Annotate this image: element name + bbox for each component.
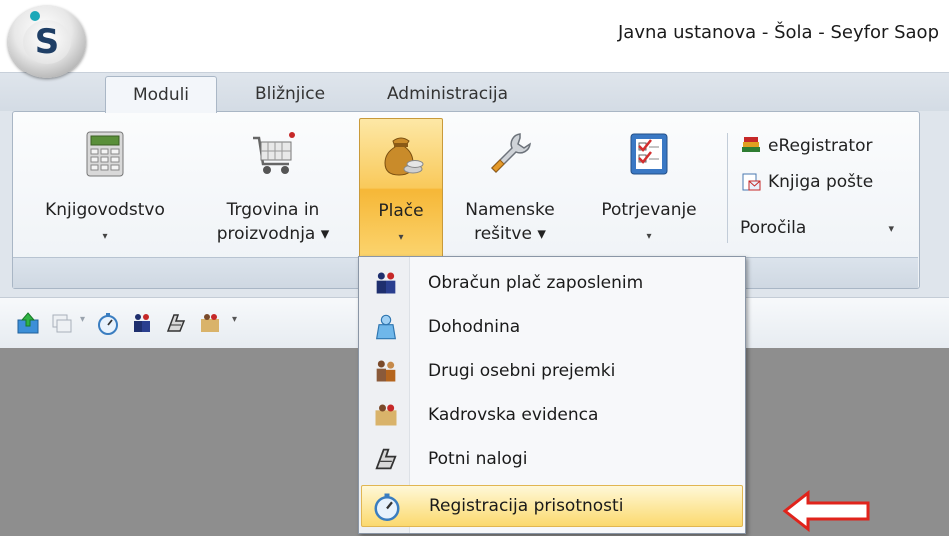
staff-records-icon[interactable] xyxy=(198,311,222,335)
knjiga-poste-label: Knjiga pošte xyxy=(768,172,874,192)
menu-item-dohodnina[interactable]: Dohodnina xyxy=(361,305,743,349)
namenske-resitve-button[interactable]: Namenske rešitve ▾ xyxy=(450,118,570,256)
porocila-label: Poročila xyxy=(740,218,807,238)
tab-administracija[interactable]: Administracija xyxy=(375,76,520,112)
namenske-label-2: rešitve ▾ xyxy=(474,224,546,244)
menu-item-label: Potni nalogi xyxy=(428,449,528,469)
mail-book-icon xyxy=(742,173,761,191)
place-button[interactable]: Plače ▾ xyxy=(359,118,443,258)
place-label: Plače xyxy=(378,201,424,221)
window-title: Javna ustanova - Šola - Seyfor Saop xyxy=(618,22,939,43)
menu-item-label: Kadrovska evidenca xyxy=(428,405,599,425)
menu-item-drugi-osebni-prejemki[interactable]: Drugi osebni prejemki xyxy=(361,349,743,393)
place-dropdown-menu: Obračun plač zaposlenim Dohodnina Drugi … xyxy=(358,256,746,534)
qat-more-arrow[interactable]: ▾ xyxy=(232,314,237,325)
porocila-button[interactable]: Poročila ▾ xyxy=(740,213,900,243)
eregistrator-button[interactable]: eRegistrator xyxy=(740,131,872,161)
trgovina-label-2: proizvodnja ▾ xyxy=(216,224,330,244)
people-payroll-icon xyxy=(371,268,401,298)
ribbon-separator xyxy=(727,133,728,243)
menu-item-label: Registracija prisotnosti xyxy=(429,496,624,516)
folder-up-icon[interactable] xyxy=(16,311,40,335)
knjiga-poste-button[interactable]: Knjiga pošte xyxy=(740,167,873,197)
menu-item-label: Drugi osebni prejemki xyxy=(428,361,616,381)
namenske-label-1: Namenske xyxy=(465,200,555,220)
books-icon xyxy=(742,137,760,152)
money-bag-icon xyxy=(377,131,425,179)
potrjevanje-label: Potrjevanje xyxy=(601,200,697,220)
eregistrator-label: eRegistrator xyxy=(768,136,873,156)
travel-order-icon[interactable] xyxy=(164,311,188,335)
people-payroll-icon[interactable] xyxy=(130,311,154,335)
menu-item-registracija-prisotnosti[interactable]: Registracija prisotnosti xyxy=(361,485,743,527)
tab-bliznjice[interactable]: Bližnjice xyxy=(240,76,340,112)
stopwatch-icon xyxy=(372,491,402,521)
trgovina-label-1: Trgovina in xyxy=(226,200,320,220)
shopping-cart-icon xyxy=(249,130,297,178)
windows-dropdown-arrow[interactable]: ▾ xyxy=(80,314,85,325)
knjigovodstvo-button[interactable]: Knjigovodstvo ▾ xyxy=(29,118,181,256)
app-logo-button[interactable]: S xyxy=(8,6,86,78)
menu-item-obracun-plac[interactable]: Obračun plač zaposlenim xyxy=(361,261,743,305)
menu-item-kadrovska-evidenca[interactable]: Kadrovska evidenca xyxy=(361,393,743,437)
checklist-icon xyxy=(625,130,673,178)
place-arrow: ▾ xyxy=(398,232,404,243)
menu-item-potni-nalogi[interactable]: Potni nalogi xyxy=(361,437,743,481)
menu-item-label: Obračun plač zaposlenim xyxy=(428,273,644,293)
calculator-icon xyxy=(81,130,129,178)
red-pointer-arrow-icon xyxy=(782,490,870,532)
personal-income-icon xyxy=(371,356,401,386)
wrench-icon xyxy=(486,130,534,178)
trgovina-button[interactable]: Trgovina in proizvodnja ▾ xyxy=(198,118,348,256)
income-tax-icon xyxy=(371,312,401,342)
knjigovodstvo-label: Knjigovodstvo xyxy=(45,200,165,220)
stopwatch-icon[interactable] xyxy=(96,311,120,335)
travel-order-icon xyxy=(371,444,401,474)
potrjevanje-arrow: ▾ xyxy=(646,231,652,242)
logo-dot xyxy=(30,11,40,21)
windows-icon[interactable] xyxy=(50,311,74,335)
knjigovodstvo-arrow: ▾ xyxy=(102,231,108,242)
potrjevanje-button[interactable]: Potrjevanje ▾ xyxy=(583,118,715,256)
app-logo-letter: S xyxy=(34,22,60,62)
menu-item-label: Dohodnina xyxy=(428,317,521,337)
porocila-arrow: ▾ xyxy=(888,221,894,235)
tab-moduli[interactable]: Moduli xyxy=(105,76,217,113)
staff-records-icon xyxy=(371,400,401,430)
